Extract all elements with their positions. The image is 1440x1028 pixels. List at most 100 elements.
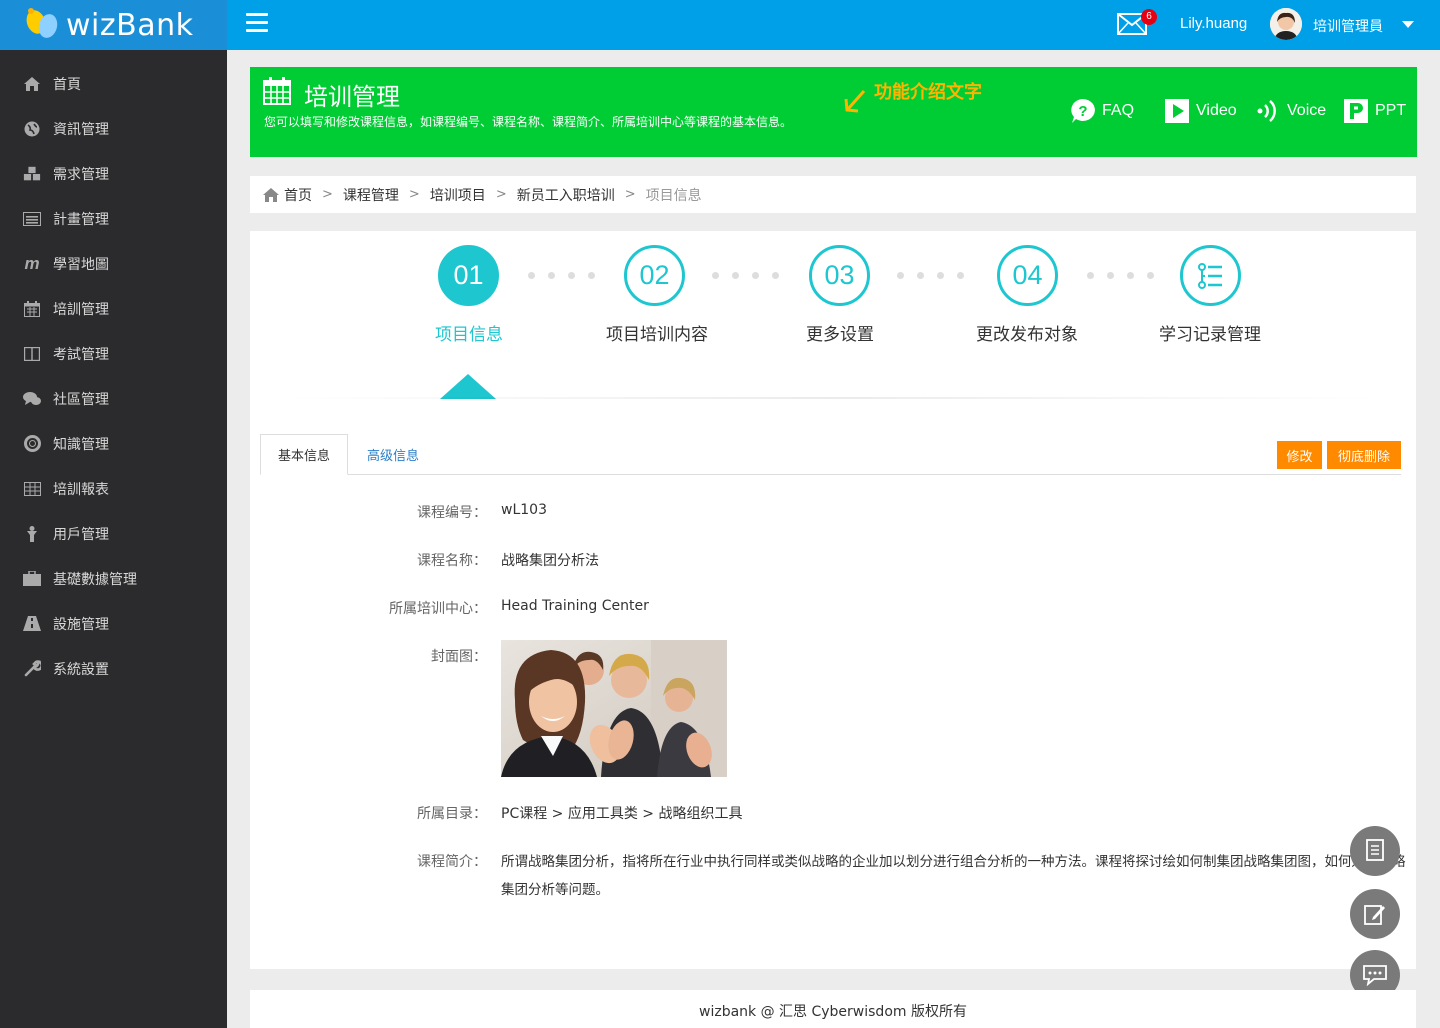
map-m-icon: m — [24, 253, 40, 273]
document-icon — [1366, 839, 1384, 861]
sidebar-item-base-data[interactable]: 基礎數據管理 — [0, 556, 227, 601]
step-2-circle[interactable]: 02 — [624, 245, 685, 306]
sidebar-item-label: 計畫管理 — [53, 211, 109, 228]
catalog-value: PC课程 > 应用工具类 > 战略组织工具 — [501, 806, 743, 822]
step-3-label[interactable]: 更多设置 — [806, 320, 874, 345]
breadcrumb-separator: > — [495, 187, 507, 202]
ppt-link[interactable]: PPT — [1343, 98, 1406, 124]
list-check-icon — [1197, 262, 1222, 289]
notes-float-button[interactable] — [1350, 826, 1400, 876]
faq-link[interactable]: ? FAQ — [1070, 98, 1134, 124]
sidebar-item-label: 社區管理 — [53, 391, 109, 408]
sidebar-item-label: 基礎數據管理 — [53, 571, 137, 588]
sidebar-item-community[interactable]: 社區管理 — [0, 376, 227, 421]
sidebar-item-training[interactable]: 培訓管理 — [0, 286, 227, 331]
breadcrumb-separator: > — [322, 187, 333, 202]
tab-divider — [260, 474, 1401, 475]
edit-float-button[interactable] — [1350, 889, 1400, 939]
step-4-circle[interactable]: 04 — [997, 245, 1058, 306]
step-number: 03 — [824, 260, 855, 290]
avatar[interactable] — [1270, 8, 1302, 40]
lifebuoy-icon — [23, 435, 41, 453]
step-4-label[interactable]: 更改发布对象 — [976, 320, 1078, 345]
sidebar-item-learning-map[interactable]: m 學習地圖 — [0, 241, 227, 286]
step-number: 04 — [1012, 260, 1043, 290]
voice-link[interactable]: Voice — [1255, 98, 1326, 124]
sidebar-item-label: 資訊管理 — [53, 121, 109, 138]
step-1-label[interactable]: 项目信息 — [435, 320, 503, 345]
footer: wizbank @ 汇思 Cyberwisdom 版权所有 — [250, 990, 1416, 1028]
cover-label: 封面图： — [431, 649, 487, 665]
step-connector — [528, 272, 608, 279]
sidebar-item-facility[interactable]: 設施管理 — [0, 601, 227, 646]
sidebar-item-demand[interactable]: 需求管理 — [0, 151, 227, 196]
step-5-circle[interactable] — [1180, 245, 1241, 306]
training-center-label: 所属培训中心： — [389, 601, 487, 617]
table-icon — [23, 480, 41, 498]
course-intro-value: 所谓战略集团分析，指将所在行业中执行同样或类似战略的企业加以划分进行组合分析的一… — [501, 854, 1406, 898]
chat-icon — [1363, 965, 1387, 986]
breadcrumb-training-project[interactable]: 培训项目 — [430, 185, 486, 205]
step-1-circle[interactable]: 01 — [438, 245, 499, 306]
wrench-icon — [23, 660, 41, 678]
video-label: Video — [1196, 102, 1237, 119]
sidebar-item-label: 需求管理 — [53, 166, 109, 183]
book-icon — [23, 345, 41, 363]
road-icon — [23, 615, 41, 633]
play-icon — [1165, 99, 1189, 123]
chevron-down-icon[interactable] — [1402, 21, 1414, 28]
user-name[interactable]: Lily.huang — [1180, 15, 1247, 32]
breadcrumb-current: 项目信息 — [645, 187, 702, 204]
course-intro-label: 课程简介： — [417, 854, 487, 870]
mail-count-badge: 6 — [1141, 9, 1157, 25]
breadcrumb-home[interactable]: 首页 — [284, 185, 312, 205]
breadcrumb-course-management[interactable]: 课程管理 — [343, 185, 399, 205]
calendar-icon — [23, 300, 41, 318]
tab-advanced-info[interactable]: 高级信息 — [353, 434, 433, 475]
sidebar-item-settings[interactable]: 系統設置 — [0, 646, 227, 691]
logo-icon — [26, 8, 58, 38]
sidebar-item-plan[interactable]: 計畫管理 — [0, 196, 227, 241]
sidebar-item-label: 培訓報表 — [53, 481, 109, 498]
catalog-label: 所属目录： — [417, 806, 487, 822]
course-code-value: wL103 — [501, 502, 547, 518]
breadcrumb-onboarding[interactable]: 新员工入职培训 — [517, 185, 615, 205]
sidebar-item-label: 知識管理 — [53, 436, 109, 453]
svg-text:?: ? — [1078, 103, 1087, 120]
video-link[interactable]: Video — [1164, 98, 1237, 124]
sidebar-item-info[interactable]: 資訊管理 — [0, 106, 227, 151]
tab-basic-info[interactable]: 基本信息 — [260, 434, 348, 475]
top-bar: wizBank 6 Lily.huang 培训管理員 — [0, 0, 1440, 50]
divider — [280, 397, 1380, 399]
logo[interactable]: wizBank — [0, 0, 227, 50]
sidebar-item-user[interactable]: 用戶管理 — [0, 511, 227, 556]
breadcrumb-separator: > — [408, 187, 420, 202]
voice-label: Voice — [1287, 102, 1327, 119]
home-icon[interactable] — [263, 187, 279, 202]
home-icon — [23, 75, 41, 93]
step-2-label[interactable]: 项目培训内容 — [606, 320, 708, 345]
sidebar: 首頁 資訊管理 需求管理 計畫管理 m 學習地圖 培訓管理 考試管理 社區管理 … — [0, 50, 227, 1028]
menu-toggle-icon[interactable] — [246, 13, 268, 33]
sidebar-item-label: 設施管理 — [53, 616, 109, 633]
sidebar-item-knowledge[interactable]: 知識管理 — [0, 421, 227, 466]
question-bubble-icon: ? — [1071, 99, 1095, 123]
breadcrumb: 首页 > 课程管理 > 培训项目 > 新员工入职培训 > 项目信息 — [250, 176, 1416, 213]
copyright-text: wizbank @ 汇思 Cyberwisdom 版权所有 — [699, 1004, 967, 1020]
sidebar-item-home[interactable]: 首頁 — [0, 61, 227, 106]
course-name-label: 课程名称： — [417, 553, 487, 569]
globe-icon — [23, 120, 41, 138]
edit-button[interactable]: 修改 — [1277, 441, 1322, 469]
main-content-card: 01 02 03 04 项目信息 项目培训内容 更多设置 更改发布对象 学习记录… — [250, 231, 1416, 969]
delete-button[interactable]: 彻底删除 — [1327, 441, 1401, 469]
step-5-label[interactable]: 学习记录管理 — [1159, 320, 1261, 345]
step-3-circle[interactable]: 03 — [809, 245, 870, 306]
sidebar-item-report[interactable]: 培訓報表 — [0, 466, 227, 511]
page-header-banner: 培训管理 您可以填写和修改课程信息，如课程编号、课程名称、课程简介、所属培训中心… — [250, 67, 1417, 157]
sidebar-item-label: 系統設置 — [53, 661, 109, 678]
user-role[interactable]: 培训管理員 — [1313, 16, 1383, 36]
ppt-label: PPT — [1375, 102, 1407, 119]
sidebar-item-exam[interactable]: 考試管理 — [0, 331, 227, 376]
arrow-down-left-icon — [844, 90, 866, 113]
edit-icon — [1364, 905, 1385, 925]
